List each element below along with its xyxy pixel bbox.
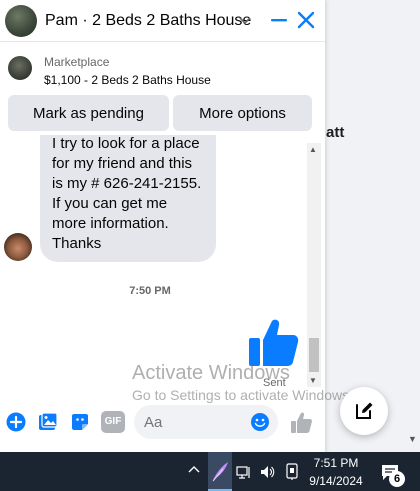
scroll-down-arrow[interactable]: ▼ <box>309 376 317 385</box>
photo-icon[interactable] <box>37 411 59 433</box>
scroll-up-arrow[interactable]: ▲ <box>309 145 317 154</box>
message-thread: I try to look for a place for my friend … <box>0 135 325 397</box>
like-button-icon[interactable] <box>289 411 313 435</box>
thumbs-up-icon[interactable] <box>246 318 300 368</box>
sticker-icon[interactable] <box>69 411 91 433</box>
windows-taskbar: 7:51 PM 9/14/2024 6 <box>0 452 420 491</box>
notification-count-badge: 6 <box>389 471 405 487</box>
background-page-text: att <box>326 124 345 141</box>
chat-title[interactable]: Pam · 2 Beds 2 Baths House <box>45 12 251 30</box>
plus-circle-icon[interactable] <box>5 411 27 433</box>
edit-icon <box>356 402 373 419</box>
taskbar-clock-time[interactable]: 7:51 PM <box>300 456 372 470</box>
activate-windows-subtitle: Go to Settings to activate Windows. <box>132 387 353 403</box>
message-line: for my friend and this <box>52 155 193 172</box>
incoming-message-bubble[interactable]: I try to look for a place for my friend … <box>40 135 216 262</box>
message-line: Thanks <box>52 235 102 252</box>
new-message-button[interactable] <box>340 387 388 435</box>
message-line: more information. <box>52 215 169 232</box>
sender-avatar[interactable] <box>4 233 32 261</box>
mark-as-pending-button[interactable]: Mark as pending <box>8 95 169 131</box>
activate-windows-title: Activate Windows <box>132 362 290 384</box>
message-line: If you can get me <box>52 195 168 212</box>
minimize-chat-button[interactable] <box>267 8 291 32</box>
chevron-up-icon[interactable] <box>187 463 201 477</box>
message-scrollbar[interactable]: ▲ ▼ <box>307 143 321 387</box>
contact-avatar[interactable] <box>5 5 37 37</box>
message-line: is my # 626-241-2155. <box>52 175 202 192</box>
message-timestamp: 7:50 PM <box>129 285 171 297</box>
more-options-button[interactable]: More options <box>173 95 312 131</box>
scrollbar-thumb[interactable] <box>309 338 319 372</box>
background-page <box>325 0 420 452</box>
chat-header: Pam · 2 Beds 2 Baths House <box>0 0 325 42</box>
emoji-icon[interactable] <box>250 412 270 432</box>
listing-thumbnail[interactable] <box>8 56 32 80</box>
volume-icon[interactable] <box>259 464 275 480</box>
message-line: I try to look for a place <box>52 135 200 152</box>
close-chat-button[interactable] <box>294 8 318 32</box>
chevron-down-icon[interactable] <box>238 13 252 27</box>
taskbar-clock-date[interactable]: 9/14/2024 <box>300 474 372 488</box>
taskbar-app-button[interactable] <box>208 452 232 491</box>
network-icon[interactable] <box>236 464 252 480</box>
marketplace-listing-card: Marketplace $1,100 - 2 Beds 2 Baths Hous… <box>0 43 325 135</box>
page-scroll-down-arrow[interactable]: ▼ <box>408 434 417 444</box>
gif-icon[interactable]: GIF <box>101 411 125 433</box>
feather-icon <box>212 462 228 482</box>
device-icon[interactable] <box>284 463 300 481</box>
listing-title[interactable]: $1,100 - 2 Beds 2 Baths House <box>44 73 211 87</box>
listing-source-label: Marketplace <box>44 55 110 69</box>
message-composer: GIF <box>0 405 325 441</box>
